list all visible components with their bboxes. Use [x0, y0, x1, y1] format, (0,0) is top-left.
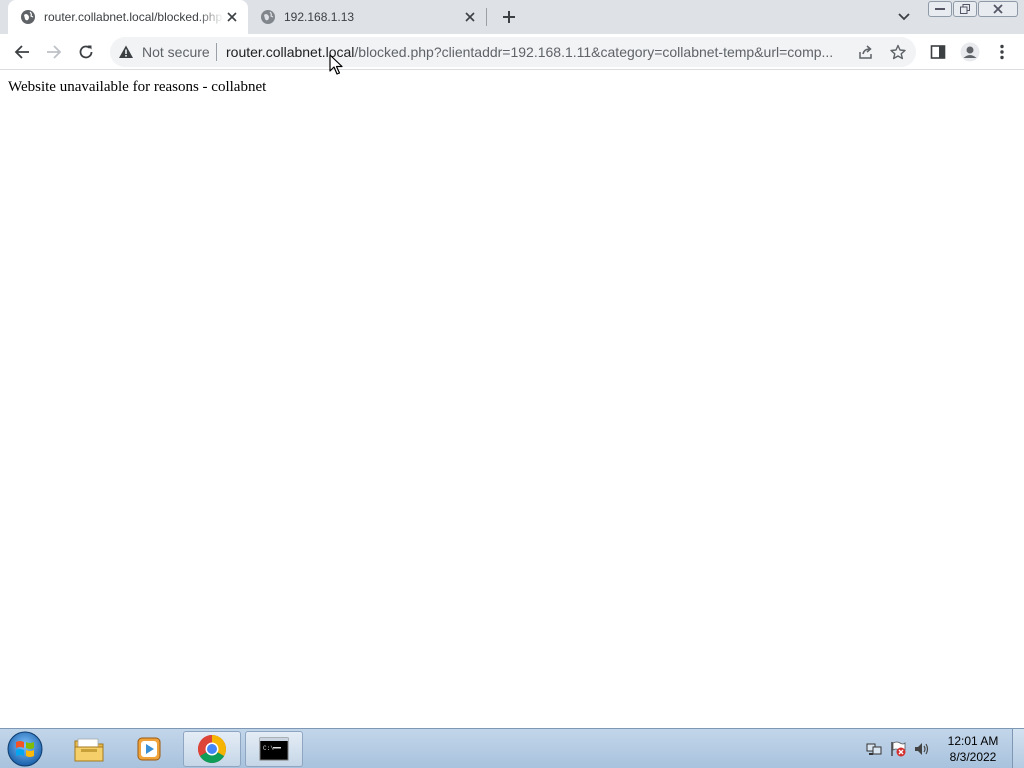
close-tab-icon[interactable] [224, 9, 240, 25]
minimize-button[interactable] [928, 1, 952, 17]
tab-title: 192.168.1.13 [284, 10, 355, 24]
close-tab-icon[interactable] [462, 9, 478, 25]
system-clock[interactable]: 12:01 AM 8/3/2022 [940, 733, 1006, 765]
browser-toolbar: Not secure router.collabnet.local/blocke… [0, 34, 1024, 70]
globe-icon [21, 10, 35, 24]
minimize-icon [935, 8, 945, 10]
taskbar-media-player[interactable] [120, 731, 178, 767]
bookmark-button[interactable] [888, 42, 908, 62]
tab-blocked-page[interactable]: router.collabnet.local/blocked.php [8, 0, 248, 34]
start-button[interactable] [6, 730, 44, 768]
not-secure-label[interactable]: Not secure [142, 44, 210, 60]
tab-title: router.collabnet.local/blocked.php [44, 10, 223, 24]
share-button[interactable] [856, 42, 876, 62]
url-text[interactable]: router.collabnet.local/blocked.php?clien… [226, 44, 846, 60]
share-icon [859, 45, 872, 59]
reload-icon [79, 45, 93, 59]
kebab-menu-icon [1000, 44, 1004, 60]
action-center-flag-icon[interactable] [890, 741, 906, 757]
page-content: Website unavailable for reasons - collab… [0, 70, 1024, 728]
network-icon[interactable] [866, 741, 882, 757]
blocked-message: Website unavailable for reasons - collab… [8, 79, 267, 95]
taskbar-explorer[interactable] [60, 731, 118, 767]
forward-arrow-icon [47, 45, 62, 59]
back-button[interactable] [8, 38, 36, 66]
show-desktop-button[interactable] [1012, 729, 1024, 768]
tab-192-168-1-13[interactable]: 192.168.1.13 [248, 0, 486, 34]
chrome-icon [198, 735, 226, 763]
warning-triangle-icon[interactable] [118, 44, 134, 60]
star-icon [890, 44, 906, 60]
tab-separator [486, 8, 487, 26]
close-window-button[interactable] [978, 1, 1018, 17]
profile-button[interactable] [956, 38, 984, 66]
address-bar[interactable]: Not secure router.collabnet.local/blocke… [110, 37, 916, 67]
back-arrow-icon [14, 45, 29, 59]
restore-icon [960, 4, 970, 14]
taskbar: C:\ 12:01 AM 8/3/2022 [0, 728, 1024, 768]
clock-date: 8/3/2022 [949, 750, 997, 764]
command-prompt-icon: C:\ [259, 737, 289, 761]
new-tab-button[interactable] [498, 6, 520, 28]
media-player-icon [137, 737, 161, 761]
volume-icon[interactable] [914, 741, 930, 757]
side-panel-icon [930, 45, 946, 59]
reload-button[interactable] [72, 38, 100, 66]
plus-icon [503, 11, 515, 23]
globe-icon [261, 10, 275, 24]
url-path: /blocked.php?clientaddr=192.168.1.11&cat… [354, 44, 834, 60]
folder-icon [74, 738, 104, 762]
taskbar-cmd[interactable]: C:\ [245, 731, 303, 767]
chevron-down-icon [898, 13, 910, 21]
side-panel-button[interactable] [924, 38, 952, 66]
restore-button[interactable] [953, 1, 977, 17]
forward-button[interactable] [40, 38, 68, 66]
mouse-cursor-icon [329, 54, 343, 75]
menu-button[interactable] [988, 38, 1016, 66]
omnibox-divider [216, 43, 217, 61]
taskbar-chrome[interactable] [183, 731, 241, 767]
avatar-icon [960, 42, 980, 62]
tab-search-button[interactable] [895, 8, 913, 26]
close-icon [993, 4, 1003, 14]
tab-strip: router.collabnet.local/blocked.php 192.1… [0, 0, 1024, 34]
svg-text:C:\: C:\ [263, 745, 274, 752]
clock-time: 12:01 AM [947, 734, 999, 748]
